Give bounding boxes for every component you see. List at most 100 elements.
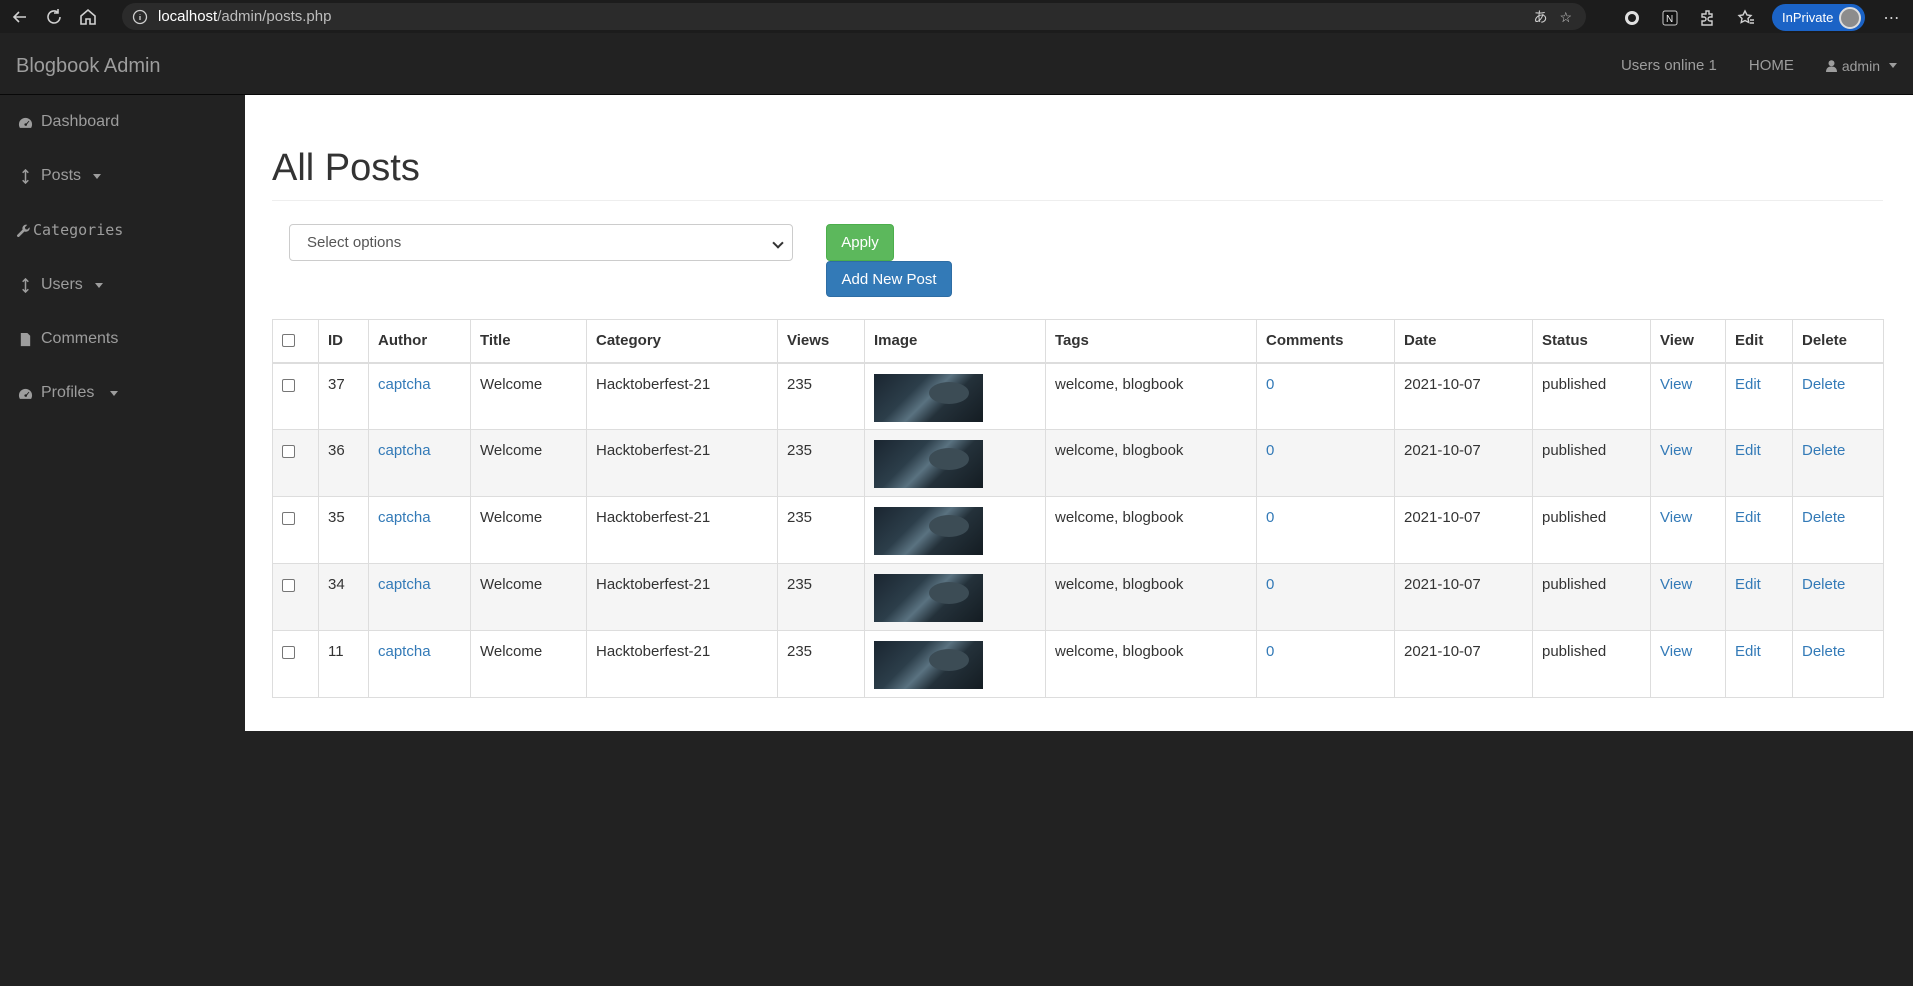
post-image-cell bbox=[864, 496, 1046, 564]
post-id: 35 bbox=[318, 496, 369, 564]
delete-cell: Delete bbox=[1792, 362, 1884, 430]
post-comments-link[interactable]: 0 bbox=[1266, 643, 1274, 660]
user-icon bbox=[1825, 59, 1837, 72]
browser-toolbar: localhost/admin/posts.php あ ☆ N InPrivat… bbox=[0, 0, 1913, 33]
edit-link[interactable]: Edit bbox=[1735, 576, 1761, 593]
edit-cell: Edit bbox=[1725, 496, 1793, 564]
table-row: 35 captcha Welcome Hacktoberfest-21 235 … bbox=[272, 496, 1884, 564]
post-author-cell: captcha bbox=[368, 496, 471, 564]
more-menu-icon[interactable]: ⋯ bbox=[1879, 6, 1903, 30]
post-status: published bbox=[1532, 362, 1651, 430]
edit-link[interactable]: Edit bbox=[1735, 442, 1761, 459]
address-bar[interactable]: localhost/admin/posts.php あ ☆ bbox=[122, 3, 1586, 30]
view-link[interactable]: View bbox=[1660, 576, 1692, 593]
edit-link[interactable]: Edit bbox=[1735, 509, 1761, 526]
view-cell: View bbox=[1650, 429, 1726, 497]
post-comments-cell: 0 bbox=[1256, 362, 1395, 430]
delete-cell: Delete bbox=[1792, 496, 1884, 564]
edit-link[interactable]: Edit bbox=[1735, 376, 1761, 393]
sidebar-item-label: Categories bbox=[33, 221, 124, 239]
extensions-icon[interactable] bbox=[1696, 6, 1720, 30]
view-link[interactable]: View bbox=[1660, 442, 1692, 459]
post-category: Hacktoberfest-21 bbox=[586, 563, 778, 631]
row-checkbox[interactable] bbox=[282, 445, 295, 458]
admin-navbar: Blogbook Admin Users online 1 HOME admin bbox=[0, 40, 1913, 95]
sidebar-item-comments[interactable]: Comments bbox=[18, 330, 118, 348]
post-author-link[interactable]: captcha bbox=[378, 509, 431, 526]
column-header: Delete bbox=[1792, 319, 1884, 364]
sidebar-item-label: Comments bbox=[41, 330, 119, 347]
post-category: Hacktoberfest-21 bbox=[586, 496, 778, 564]
refresh-icon[interactable] bbox=[40, 3, 68, 31]
user-dropdown[interactable]: admin bbox=[1825, 58, 1897, 74]
post-author-link[interactable]: captcha bbox=[378, 643, 431, 660]
caret-down-icon bbox=[93, 173, 102, 179]
post-tags: welcome, blogbook bbox=[1045, 630, 1257, 698]
column-header: Edit bbox=[1725, 319, 1793, 364]
sidebar-item-categories[interactable]: Categories bbox=[16, 221, 123, 239]
arrows-v-icon bbox=[22, 168, 29, 184]
view-link[interactable]: View bbox=[1660, 509, 1692, 526]
home-icon[interactable] bbox=[74, 3, 102, 31]
post-title: Welcome bbox=[470, 429, 587, 497]
read-aloud-icon[interactable]: あ bbox=[1533, 7, 1547, 27]
post-tags: welcome, blogbook bbox=[1045, 362, 1257, 430]
row-checkbox[interactable] bbox=[282, 579, 295, 592]
post-author-cell: captcha bbox=[368, 630, 471, 698]
favorite-star-icon[interactable]: ☆ bbox=[1559, 9, 1572, 26]
post-title: Welcome bbox=[470, 496, 587, 564]
favorites-icon[interactable] bbox=[1734, 6, 1758, 30]
select-all-checkbox[interactable] bbox=[282, 333, 295, 347]
column-header: Image bbox=[864, 319, 1046, 364]
column-header: Date bbox=[1394, 319, 1533, 364]
post-author-link[interactable]: captcha bbox=[378, 576, 431, 593]
delete-link[interactable]: Delete bbox=[1802, 509, 1845, 526]
delete-link[interactable]: Delete bbox=[1802, 643, 1845, 660]
dashboard-icon bbox=[18, 117, 33, 128]
row-checkbox-cell bbox=[272, 496, 319, 564]
row-checkbox[interactable] bbox=[282, 646, 295, 659]
delete-link[interactable]: Delete bbox=[1802, 576, 1845, 593]
wrench-icon bbox=[17, 224, 30, 237]
bulk-options-select[interactable]: Select options bbox=[289, 224, 793, 261]
add-new-post-button[interactable]: Add New Post bbox=[826, 261, 952, 297]
brand-link[interactable]: Blogbook Admin bbox=[16, 55, 161, 78]
view-link[interactable]: View bbox=[1660, 376, 1692, 393]
post-image-cell bbox=[864, 362, 1046, 430]
post-comments-link[interactable]: 0 bbox=[1266, 576, 1274, 593]
post-author-cell: captcha bbox=[368, 362, 471, 430]
post-author-link[interactable]: captcha bbox=[378, 442, 431, 459]
post-image-cell bbox=[864, 429, 1046, 497]
column-header: Comments bbox=[1256, 319, 1395, 364]
extension-circle-icon[interactable] bbox=[1620, 6, 1644, 30]
post-comments-link[interactable]: 0 bbox=[1266, 442, 1274, 459]
row-checkbox-cell bbox=[272, 630, 319, 698]
sidebar-item-users[interactable]: Users bbox=[18, 276, 103, 294]
post-author-link[interactable]: captcha bbox=[378, 376, 431, 393]
info-icon[interactable] bbox=[132, 9, 148, 25]
sidebar-item-posts[interactable]: Posts bbox=[18, 167, 102, 185]
delete-link[interactable]: Delete bbox=[1802, 442, 1845, 459]
notion-icon[interactable]: N bbox=[1658, 6, 1682, 30]
column-header: Status bbox=[1532, 319, 1651, 364]
post-category: Hacktoberfest-21 bbox=[586, 429, 778, 497]
edit-link[interactable]: Edit bbox=[1735, 643, 1761, 660]
inprivate-label: InPrivate bbox=[1782, 10, 1834, 25]
sidebar-item-profiles[interactable]: Profiles bbox=[18, 384, 119, 402]
post-comments-link[interactable]: 0 bbox=[1266, 509, 1274, 526]
post-thumbnail bbox=[874, 641, 983, 689]
post-id: 11 bbox=[318, 630, 369, 698]
post-title: Welcome bbox=[470, 630, 587, 698]
view-link[interactable]: View bbox=[1660, 643, 1692, 660]
row-checkbox[interactable] bbox=[282, 378, 295, 392]
apply-button[interactable]: Apply bbox=[826, 224, 894, 261]
post-category: Hacktoberfest-21 bbox=[586, 630, 778, 698]
home-link[interactable]: HOME bbox=[1749, 57, 1794, 74]
post-comments-link[interactable]: 0 bbox=[1266, 376, 1274, 393]
column-header: Author bbox=[368, 319, 471, 364]
inprivate-badge[interactable]: InPrivate bbox=[1772, 4, 1866, 31]
delete-link[interactable]: Delete bbox=[1802, 376, 1845, 393]
sidebar-item-dashboard[interactable]: Dashboard bbox=[18, 113, 119, 131]
back-icon[interactable] bbox=[6, 3, 34, 31]
row-checkbox[interactable] bbox=[282, 512, 295, 525]
